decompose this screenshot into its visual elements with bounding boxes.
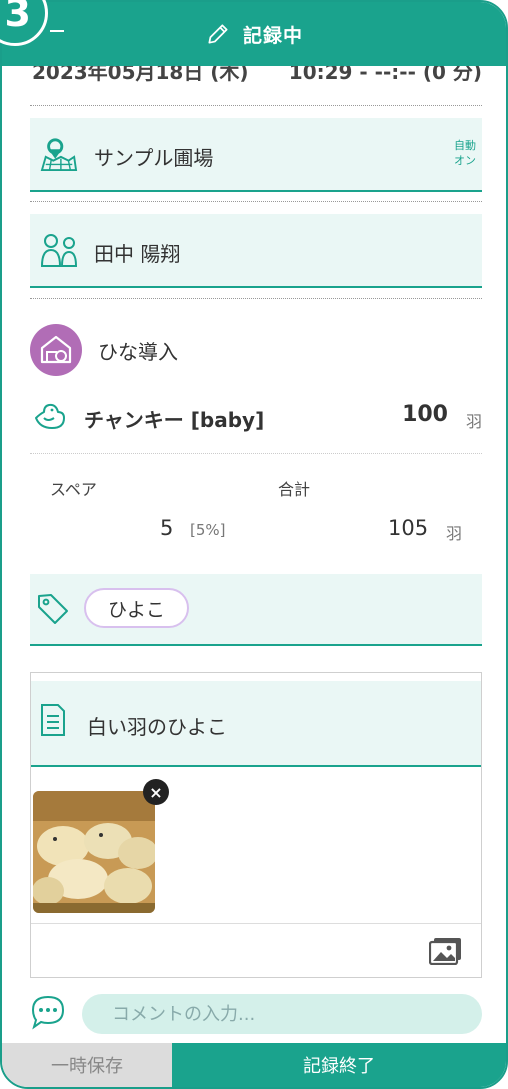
tag-row[interactable]: ひよこ bbox=[30, 574, 482, 646]
spare-percent: [5%] bbox=[190, 521, 226, 539]
header-bar: 記録中 bbox=[2, 2, 506, 66]
remove-photo-button[interactable]: × bbox=[143, 779, 169, 805]
tag-chip[interactable]: ひよこ bbox=[84, 588, 190, 628]
memo-text: 白い羽のひよこ bbox=[87, 715, 227, 739]
chat-icon bbox=[31, 995, 65, 1030]
auto-state: オン bbox=[454, 154, 476, 167]
spare-label: スペア bbox=[50, 480, 97, 499]
people-icon bbox=[40, 234, 78, 267]
person-name: 田中 陽翔 bbox=[94, 242, 181, 266]
comment-input[interactable] bbox=[82, 994, 482, 1034]
breed-name: チャンキー [baby] bbox=[84, 408, 265, 432]
document-icon bbox=[41, 704, 65, 736]
breed-unit: 羽 bbox=[465, 412, 482, 431]
image-icon[interactable] bbox=[429, 937, 463, 965]
event-name: ひな導入 bbox=[98, 340, 178, 364]
memo-row[interactable]: 白い羽のひよこ bbox=[31, 681, 481, 767]
event-icon-circle bbox=[30, 324, 82, 376]
finish-record-button[interactable]: 記録終了 bbox=[172, 1043, 506, 1087]
total-unit: 羽 bbox=[446, 524, 463, 543]
chick-photo-image bbox=[33, 791, 155, 913]
spare-value[interactable]: 5 bbox=[160, 516, 173, 540]
breed-count: 100 bbox=[402, 402, 448, 427]
footer-bar: 一時保存 記録終了 bbox=[2, 1043, 506, 1087]
barn-icon bbox=[40, 335, 72, 364]
step-badge-tick bbox=[50, 30, 64, 32]
bird-icon bbox=[35, 403, 65, 429]
chick-photo[interactable] bbox=[33, 791, 155, 913]
divider bbox=[30, 298, 482, 299]
comment-row bbox=[30, 992, 482, 1036]
auto-label: 自動 bbox=[454, 139, 476, 152]
auto-toggle[interactable]: 自動 オン bbox=[454, 138, 476, 168]
pencil-icon bbox=[208, 24, 228, 44]
total-value: 105 bbox=[388, 516, 429, 540]
close-icon: × bbox=[149, 782, 163, 802]
tag-icon bbox=[38, 594, 68, 624]
farm-name: サンプル圃場 bbox=[94, 146, 214, 170]
total-label: 合計 bbox=[278, 480, 311, 499]
divider bbox=[30, 201, 482, 202]
breed-row[interactable]: チャンキー [baby] 100 羽 bbox=[30, 400, 482, 440]
map-pin-icon bbox=[40, 138, 78, 172]
divider bbox=[30, 105, 482, 106]
farm-row[interactable]: サンプル圃場 自動 オン bbox=[30, 118, 482, 192]
memo-card: 白い羽のひよこ × bbox=[30, 672, 482, 978]
person-row[interactable]: 田中 陽翔 bbox=[30, 214, 482, 288]
divider bbox=[30, 453, 482, 454]
header-title: 記録中 bbox=[242, 24, 303, 47]
divider bbox=[31, 923, 481, 924]
save-draft-button[interactable]: 一時保存 bbox=[2, 1043, 172, 1087]
app-frame: 2023年05月18日 (木) 10:29 - --:-- (0 分) 記録中 … bbox=[0, 0, 508, 1089]
